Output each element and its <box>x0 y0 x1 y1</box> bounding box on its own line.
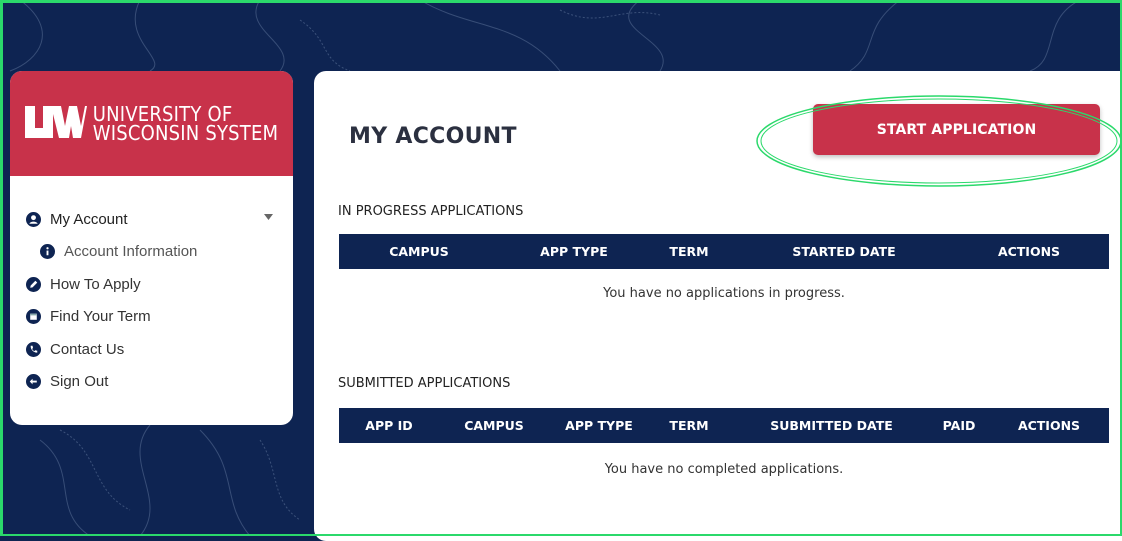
sidebar-item-label: Find Your Term <box>50 308 151 326</box>
sidebar-item-label: How To Apply <box>50 275 141 293</box>
calendar-circle-icon <box>26 309 41 325</box>
logo-text: UNIVERSITY OF WISCONSIN SYSTEM <box>92 104 279 145</box>
sidebar-item-how-to-apply[interactable]: How To Apply <box>10 268 293 301</box>
logo-line-2: WISCONSIN SYSTEM <box>92 120 279 145</box>
sidebar-item-label: Sign Out <box>50 373 109 391</box>
edit-circle-icon <box>26 276 41 292</box>
column-header[interactable]: ACTIONS <box>1009 418 1089 433</box>
phone-circle-icon <box>26 341 41 357</box>
uw-logo-mark-icon <box>24 105 87 138</box>
sidebar-item-my-account[interactable]: My Account <box>10 203 293 236</box>
in-progress-heading: IN PROGRESS APPLICATIONS <box>338 204 524 219</box>
sidebar-item-label: Account Information <box>64 243 198 261</box>
sidebar: UNIVERSITY OF WISCONSIN SYSTEM My Accoun… <box>10 71 293 425</box>
submitted-heading: SUBMITTED APPLICATIONS <box>338 376 511 391</box>
in-progress-table-header: CAMPUS APP TYPE TERM STARTED DATE ACTION… <box>339 234 1109 269</box>
sidebar-item-sign-out[interactable]: Sign Out <box>10 366 293 399</box>
column-header[interactable]: CAMPUS <box>379 244 459 259</box>
sidebar-item-account-information[interactable]: Account Information <box>10 236 293 269</box>
column-header[interactable]: APP ID <box>354 418 424 433</box>
page-title: MY ACCOUNT <box>349 124 517 149</box>
column-header[interactable]: APP TYPE <box>524 244 624 259</box>
column-header[interactable]: STARTED DATE <box>779 244 909 259</box>
info-circle-icon <box>40 244 55 260</box>
sign-out-circle-icon <box>26 374 41 390</box>
chevron-down-icon[interactable] <box>264 214 273 220</box>
sidebar-item-find-your-term[interactable]: Find Your Term <box>10 301 293 334</box>
submitted-empty-message: You have no completed applications. <box>604 462 844 477</box>
start-application-button[interactable]: START APPLICATION <box>813 104 1100 155</box>
main-panel: MY ACCOUNT START APPLICATION IN PROGRESS… <box>314 71 1122 541</box>
column-header[interactable]: TERM <box>659 244 719 259</box>
sidebar-item-contact-us[interactable]: Contact Us <box>10 333 293 366</box>
sidebar-item-label: My Account <box>50 210 128 228</box>
column-header[interactable]: APP TYPE <box>559 418 639 433</box>
column-header[interactable]: ACTIONS <box>989 244 1069 259</box>
submitted-table-header: APP ID CAMPUS APP TYPE TERM SUBMITTED DA… <box>339 408 1109 443</box>
in-progress-empty-message: You have no applications in progress. <box>603 286 845 301</box>
user-circle-icon <box>26 211 41 227</box>
column-header[interactable]: TERM <box>664 418 714 433</box>
column-header[interactable]: CAMPUS <box>454 418 534 433</box>
university-logo[interactable]: UNIVERSITY OF WISCONSIN SYSTEM <box>10 71 293 176</box>
sidebar-nav: My Account Account Information How To Ap… <box>10 176 293 398</box>
sidebar-item-label: Contact Us <box>50 340 125 358</box>
column-header[interactable]: SUBMITTED DATE <box>759 418 904 433</box>
column-header[interactable]: PAID <box>934 418 984 433</box>
